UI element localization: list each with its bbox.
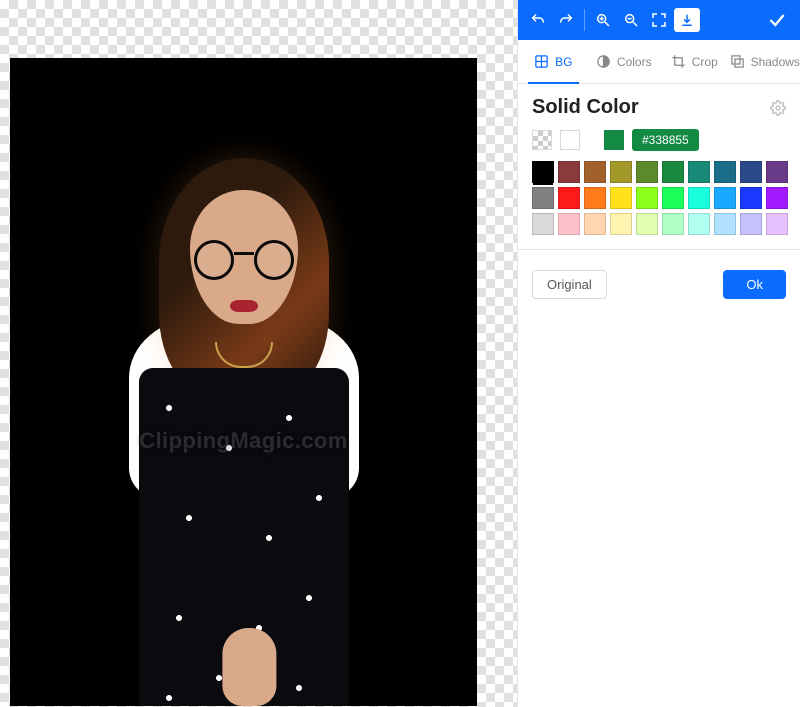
preset-current-color[interactable] xyxy=(604,130,624,150)
color-swatch[interactable] xyxy=(688,187,710,209)
shadows-icon xyxy=(730,54,745,69)
color-swatch[interactable] xyxy=(558,161,580,183)
color-swatch[interactable] xyxy=(584,161,606,183)
section-title: Solid Color xyxy=(532,96,639,119)
preset-row: #338855 xyxy=(532,129,786,151)
ok-button[interactable]: Ok xyxy=(723,270,786,299)
tab-bg[interactable]: BG xyxy=(518,40,589,83)
download-icon xyxy=(680,13,694,27)
preview-image[interactable]: ClippingMagic.com xyxy=(10,58,477,706)
fit-to-screen-icon xyxy=(651,12,667,28)
bg-settings-button[interactable] xyxy=(770,100,786,116)
original-button[interactable]: Original xyxy=(532,270,607,299)
color-swatch[interactable] xyxy=(662,187,684,209)
color-swatch[interactable] xyxy=(636,161,658,183)
color-swatch[interactable] xyxy=(766,213,788,235)
color-swatch[interactable] xyxy=(610,187,632,209)
color-swatch[interactable] xyxy=(766,187,788,209)
bg-grid-icon xyxy=(534,54,549,69)
color-swatch[interactable] xyxy=(558,213,580,235)
color-swatch[interactable] xyxy=(636,187,658,209)
zoom-out-button[interactable] xyxy=(617,6,645,34)
fit-to-screen-button[interactable] xyxy=(645,6,673,34)
color-palette xyxy=(532,161,786,235)
tab-crop[interactable]: Crop xyxy=(659,40,730,83)
tab-label: BG xyxy=(555,55,572,69)
sidebar: BG Colors Crop Shadows Solid Color xyxy=(517,0,800,707)
color-swatch[interactable] xyxy=(532,161,554,183)
checkmark-icon xyxy=(767,10,787,30)
preset-white[interactable] xyxy=(560,130,580,150)
color-swatch[interactable] xyxy=(740,161,762,183)
color-swatch[interactable] xyxy=(584,187,606,209)
color-swatch[interactable] xyxy=(688,161,710,183)
undo-icon xyxy=(530,12,546,28)
subject-glasses xyxy=(194,240,294,276)
zoom-out-icon xyxy=(623,12,639,28)
toolbar-separator xyxy=(584,9,585,31)
color-swatch[interactable] xyxy=(714,213,736,235)
confirm-button[interactable] xyxy=(760,10,794,30)
preset-transparent[interactable] xyxy=(532,130,552,150)
color-swatch[interactable] xyxy=(740,187,762,209)
color-swatch[interactable] xyxy=(532,187,554,209)
tab-colors[interactable]: Colors xyxy=(589,40,660,83)
subject-lips xyxy=(230,300,258,312)
color-swatch[interactable] xyxy=(740,213,762,235)
gear-icon xyxy=(770,100,786,116)
color-swatch[interactable] xyxy=(662,213,684,235)
subject-hand xyxy=(222,628,276,706)
color-swatch[interactable] xyxy=(610,213,632,235)
redo-button[interactable] xyxy=(552,6,580,34)
top-toolbar xyxy=(518,0,800,40)
undo-button[interactable] xyxy=(524,6,552,34)
contrast-icon xyxy=(596,54,611,69)
watermark-text: ClippingMagic.com xyxy=(139,428,347,454)
redo-icon xyxy=(558,12,574,28)
hex-input[interactable]: #338855 xyxy=(632,129,699,151)
download-button[interactable] xyxy=(673,6,701,34)
color-swatch[interactable] xyxy=(714,161,736,183)
color-swatch[interactable] xyxy=(610,161,632,183)
canvas-area[interactable]: ClippingMagic.com xyxy=(0,0,517,707)
color-swatch[interactable] xyxy=(584,213,606,235)
action-row: Original Ok xyxy=(518,250,800,319)
color-swatch[interactable] xyxy=(636,213,658,235)
color-swatch[interactable] xyxy=(688,213,710,235)
tab-label: Colors xyxy=(617,55,652,69)
crop-icon xyxy=(671,54,686,69)
tab-label: Shadows xyxy=(751,55,800,69)
zoom-in-icon xyxy=(595,12,611,28)
tab-label: Crop xyxy=(692,55,718,69)
color-swatch[interactable] xyxy=(662,161,684,183)
color-swatch[interactable] xyxy=(558,187,580,209)
color-swatch[interactable] xyxy=(714,187,736,209)
tabs-bar: BG Colors Crop Shadows xyxy=(518,40,800,84)
tab-shadows[interactable]: Shadows xyxy=(730,40,800,83)
zoom-in-button[interactable] xyxy=(589,6,617,34)
color-swatch[interactable] xyxy=(766,161,788,183)
bg-section: Solid Color #338855 xyxy=(518,84,800,250)
color-swatch[interactable] xyxy=(532,213,554,235)
